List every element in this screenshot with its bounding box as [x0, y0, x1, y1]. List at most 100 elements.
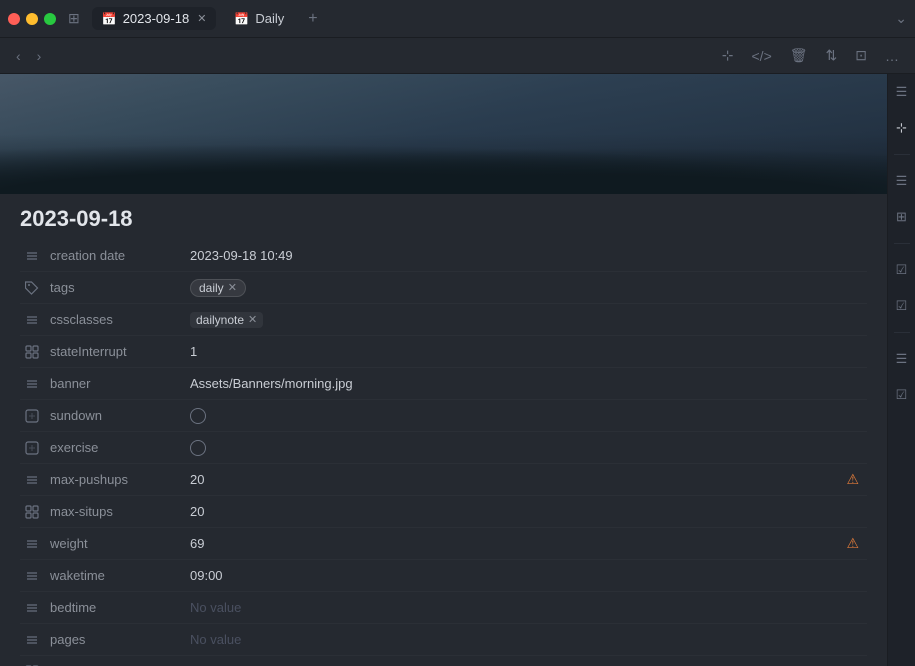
page-title: 2023-09-18 — [0, 194, 887, 240]
css-badge-cssclasses[interactable]: dailynote ✕ — [190, 312, 263, 328]
maximize-button[interactable] — [44, 13, 56, 25]
content-area: 2023-09-18 creation date2023-09-18 10:49… — [0, 74, 887, 666]
banner-trees — [0, 144, 887, 194]
layout-icon[interactable]: ⊡ — [851, 45, 871, 66]
tab-date-close[interactable]: ✕ — [197, 12, 206, 25]
minimize-button[interactable] — [26, 13, 38, 25]
prop-value-exercise — [190, 440, 867, 456]
prop-icon-waketime — [20, 569, 44, 583]
prop-icon-sundown — [20, 409, 44, 423]
prop-name-waketime: waketime — [50, 568, 190, 583]
back-button[interactable]: ‹ — [12, 46, 25, 66]
prop-icon-banner — [20, 377, 44, 391]
prop-name-banner: banner — [50, 376, 190, 391]
property-row-creation date: creation date2023-09-18 10:49 — [20, 240, 867, 272]
prop-name-bedtime: bedtime — [50, 600, 190, 615]
prop-icon-cssclasses — [20, 313, 44, 327]
nav-buttons: ‹ › — [12, 46, 45, 66]
sidebar-icon-7[interactable]: ☰ — [894, 349, 910, 369]
sidebar-icon-8[interactable]: ☑ — [894, 385, 910, 405]
prop-icon-tags — [20, 281, 44, 295]
toolbar: ‹ › ⊹ </> 🗑 ⇅ ⊡ … — [0, 38, 915, 74]
forward-button[interactable]: › — [33, 46, 46, 66]
prop-name-sundown: sundown — [50, 408, 190, 423]
titlebar-chevron-icon[interactable]: ⌄ — [895, 10, 907, 27]
prop-name-creation date: creation date — [50, 248, 190, 263]
prop-value-pages[interactable]: No value — [190, 632, 867, 647]
property-row-max-situps: max-situps20 — [20, 496, 867, 528]
property-row-pages: pagesNo value — [20, 624, 867, 656]
close-button[interactable] — [8, 13, 20, 25]
right-sidebar: ☰ ⊹ ☰ ⊞ ☑ ☑ ☰ ☑ — [887, 74, 915, 666]
sidebar-icon-4[interactable]: ⊞ — [894, 207, 909, 227]
toolbar-actions: ⊹ </> 🗑 ⇅ ⊡ … — [718, 45, 903, 66]
prop-value-tags: daily ✕ — [190, 279, 867, 297]
prop-icon-max-situps — [20, 505, 44, 519]
banner-image — [0, 74, 887, 194]
trash-icon[interactable]: 🗑 — [786, 45, 812, 66]
sidebar-icon-3[interactable]: ☰ — [894, 171, 910, 191]
prop-value-waketime[interactable]: 09:00 — [190, 568, 867, 583]
tab-daily-icon: 📅 — [234, 12, 249, 26]
css-remove-cssclasses[interactable]: ✕ — [248, 313, 257, 326]
prop-name-stateInterrupt: stateInterrupt — [50, 344, 190, 359]
prop-name-weight: weight — [50, 536, 190, 551]
property-row-max-pushups: max-pushups20⚠ — [20, 464, 867, 496]
prop-name-exercise: exercise — [50, 440, 190, 455]
prop-icon-exercise — [20, 441, 44, 455]
sidebar-icon-5[interactable]: ☑ — [894, 260, 910, 280]
prop-name-pages: pages — [50, 632, 190, 647]
sidebar-icon-6[interactable]: ☑ — [894, 296, 910, 316]
prop-name-cssclasses: cssclasses — [50, 312, 190, 327]
prop-value-max-pushups[interactable]: 20 — [190, 472, 867, 487]
property-row-tags: tagsdaily ✕ — [20, 272, 867, 304]
property-row-exercise: exercise — [20, 432, 867, 464]
property-row-productivity: productivity0 — [20, 656, 867, 666]
checkbox-exercise[interactable] — [190, 440, 206, 456]
bookmark-icon[interactable]: ⊹ — [718, 45, 738, 66]
warning-icon-max-pushups: ⚠ — [846, 471, 859, 488]
property-row-bedtime: bedtimeNo value — [20, 592, 867, 624]
tab-daily-label: Daily — [255, 11, 284, 26]
prop-value-banner[interactable]: Assets/Banners/morning.jpg — [190, 376, 867, 391]
prop-name-max-pushups: max-pushups — [50, 472, 190, 487]
property-row-sundown: sundown — [20, 400, 867, 432]
prop-value-max-situps[interactable]: 20 — [190, 504, 867, 519]
property-row-waketime: waketime09:00 — [20, 560, 867, 592]
prop-icon-max-pushups — [20, 473, 44, 487]
main-layout: 2023-09-18 creation date2023-09-18 10:49… — [0, 74, 915, 666]
prop-icon-bedtime — [20, 601, 44, 615]
sidebar-divider-2 — [894, 243, 910, 244]
add-tab-button[interactable]: + — [302, 10, 323, 28]
tag-remove-tags[interactable]: ✕ — [228, 281, 237, 294]
tab-date[interactable]: 📅 2023-09-18 ✕ — [92, 7, 217, 30]
prop-value-bedtime[interactable]: No value — [190, 600, 867, 615]
tab-date-label: 2023-09-18 — [123, 11, 190, 26]
checkbox-sundown[interactable] — [190, 408, 206, 424]
prop-value-stateInterrupt[interactable]: 1 — [190, 344, 867, 359]
prop-icon-creation date — [20, 249, 44, 263]
arrows-icon[interactable]: ⇅ — [822, 45, 842, 66]
prop-value-creation date[interactable]: 2023-09-18 10:49 — [190, 248, 867, 263]
more-icon[interactable]: … — [881, 46, 903, 66]
prop-icon-stateInterrupt — [20, 345, 44, 359]
code-icon[interactable]: </> — [748, 46, 776, 66]
prop-name-max-situps: max-situps — [50, 504, 190, 519]
sidebar-icon-1[interactable]: ☰ — [894, 82, 910, 102]
property-row-weight: weight69⚠ — [20, 528, 867, 560]
prop-value-weight[interactable]: 69 — [190, 536, 867, 551]
prop-value-cssclasses: dailynote ✕ — [190, 312, 867, 328]
property-row-cssclasses: cssclassesdailynote ✕ — [20, 304, 867, 336]
property-row-banner: bannerAssets/Banners/morning.jpg — [20, 368, 867, 400]
sidebar-icon-2[interactable]: ⊹ — [894, 118, 909, 138]
prop-icon-weight — [20, 537, 44, 551]
window-icon: ⊞ — [68, 10, 80, 27]
tab-daily[interactable]: 📅 Daily — [224, 7, 294, 30]
prop-name-tags: tags — [50, 280, 190, 295]
prop-icon-pages — [20, 633, 44, 647]
tag-badge-tags[interactable]: daily ✕ — [190, 279, 246, 297]
warning-icon-weight: ⚠ — [846, 535, 859, 552]
titlebar: ⊞ 📅 2023-09-18 ✕ 📅 Daily + ⌄ — [0, 0, 915, 38]
sidebar-divider-1 — [894, 154, 910, 155]
sidebar-divider-3 — [894, 332, 910, 333]
